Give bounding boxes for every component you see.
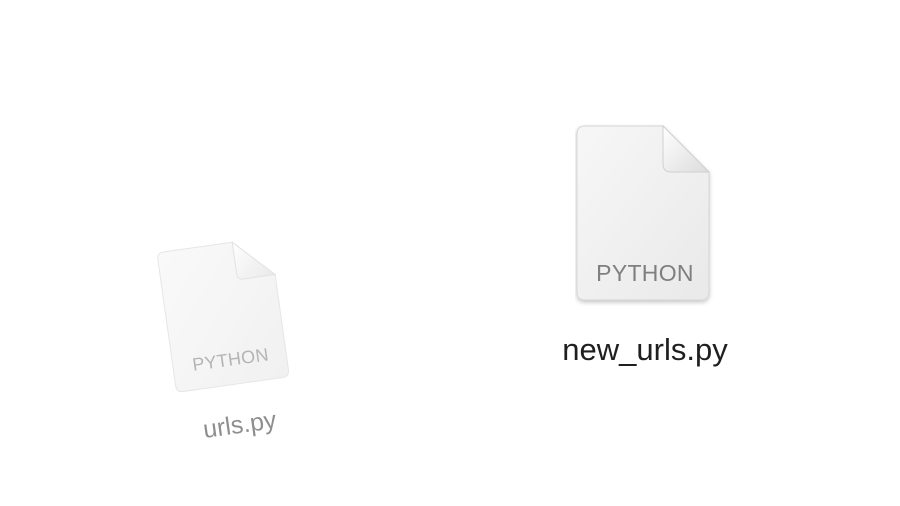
file-name-label[interactable]: new_urls.py <box>540 332 750 368</box>
desktop-area[interactable]: PYTHON new_urls.py PYTHON urls.py <box>0 0 900 506</box>
file-kind-label: PYTHON <box>596 260 694 286</box>
file-item-new-urls[interactable]: PYTHON new_urls.py <box>540 120 750 368</box>
file-item-urls-dragging[interactable]: PYTHON urls.py <box>130 229 326 452</box>
python-document-icon[interactable]: PYTHON <box>154 232 294 397</box>
file-name-label: urls.py <box>201 405 279 444</box>
python-document-icon[interactable]: PYTHON <box>575 120 715 306</box>
